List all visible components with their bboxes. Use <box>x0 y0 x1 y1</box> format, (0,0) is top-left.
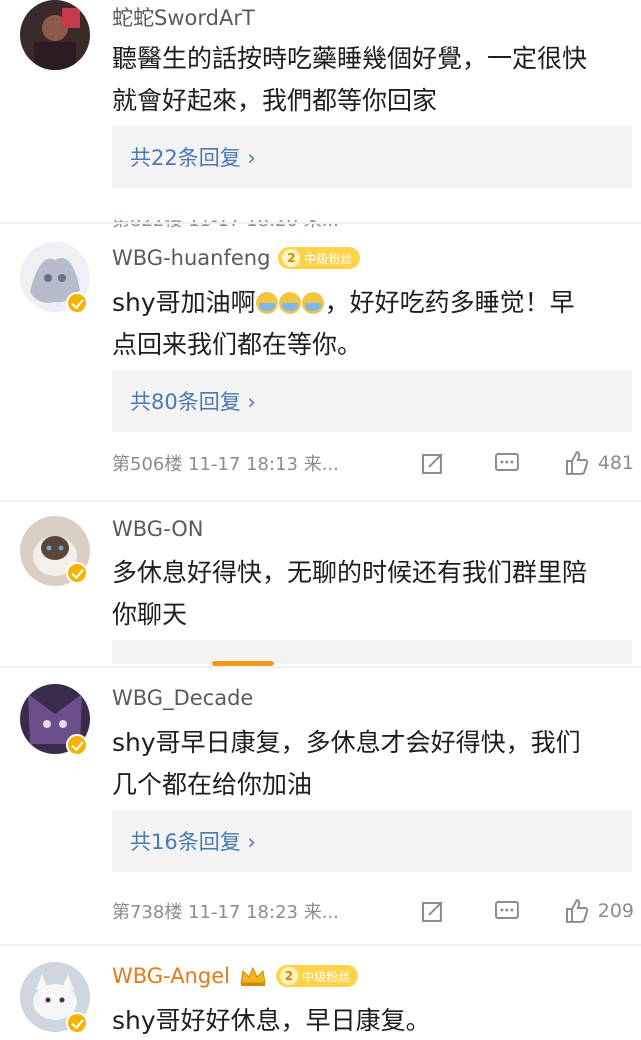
view-replies-button[interactable]: 共16条回复 › <box>112 810 632 872</box>
username[interactable]: 蛇蛇SwordArT <box>112 2 255 32</box>
comment-icon[interactable] <box>494 450 520 476</box>
comment-text-line: 点回来我们都在等你。 <box>112 330 363 359</box>
comment-icon[interactable] <box>494 898 520 924</box>
comment-text-line: 几个都在给你加油 <box>112 770 313 799</box>
fan-level-number: 2 <box>282 249 301 267</box>
divider <box>0 500 641 502</box>
fan-level-badge: 2 中级粉丝 <box>275 965 358 987</box>
comment-text-line: 多休息好得快，无聊的时候还有我们群里陪 <box>112 558 588 587</box>
comment-text-line: 就會好起來，我們都等你回家 <box>112 86 438 115</box>
cut-fade <box>100 196 641 220</box>
comment-meta: 第738楼 11-17 18:23 来... 209 <box>112 896 634 926</box>
crying-emoji-icon <box>301 292 324 314</box>
fan-level-label: 中级粉丝 <box>304 251 353 266</box>
avatar[interactable] <box>20 0 90 70</box>
comment-text-segment: ，好好吃药多睡觉！早 <box>324 288 575 317</box>
username[interactable]: WBG-ON <box>112 517 203 541</box>
comment-text-segment: shy哥加油啊 <box>112 288 256 317</box>
verified-badge-icon <box>66 292 88 314</box>
username[interactable]: WBG-Angel <box>112 964 230 988</box>
like-count: 209 <box>597 900 634 922</box>
replies-count-label: 共16条回复 › <box>130 830 256 854</box>
crown-icon <box>240 966 266 986</box>
like-count: 481 <box>597 452 634 474</box>
verified-badge-icon <box>66 1012 88 1034</box>
username[interactable]: WBG-huanfeng <box>112 246 270 270</box>
view-replies-button[interactable]: 共22条回复 › <box>112 126 632 188</box>
username[interactable]: WBG_Decade <box>112 686 253 710</box>
crying-emoji-icon <box>255 292 278 314</box>
replies-count-label: 共80条回复 › <box>130 390 256 414</box>
fan-level-badge: 2 中级粉丝 <box>278 247 361 269</box>
replies-count-label: 共22条回复 › <box>130 146 256 170</box>
verified-badge-icon <box>66 562 88 584</box>
comment-text-line: shy哥早日康复，多休息才会好得快，我们 <box>112 728 581 757</box>
floor-time-text: 第506楼 11-17 18:13 来... <box>112 454 339 475</box>
divider <box>0 944 641 946</box>
floor-time-text: 第738楼 11-17 18:23 来... <box>112 902 339 923</box>
crying-emoji-icon <box>278 292 301 314</box>
divider <box>0 222 641 224</box>
comment-text-line: 聽醫生的話按時吃藥睡幾個好覺，一定很快 <box>112 44 588 73</box>
verified-badge-icon <box>66 734 88 756</box>
comment-text-line: 你聊天 <box>112 600 188 629</box>
fan-level-label: 中级粉丝 <box>301 969 350 984</box>
divider <box>0 666 641 668</box>
repost-icon[interactable] <box>420 898 446 924</box>
like-icon[interactable] <box>564 450 590 476</box>
view-replies-button[interactable]: 共80条回复 › <box>112 370 632 432</box>
fan-level-number: 2 <box>279 967 298 985</box>
view-replies-button[interactable] <box>112 640 632 664</box>
repost-icon[interactable] <box>420 450 446 476</box>
like-icon[interactable] <box>564 898 590 924</box>
comment-meta: 第506楼 11-17 18:13 来... 481 <box>112 448 634 478</box>
comment-text-line: shy哥好好休息，早日康复。 <box>112 1006 431 1035</box>
